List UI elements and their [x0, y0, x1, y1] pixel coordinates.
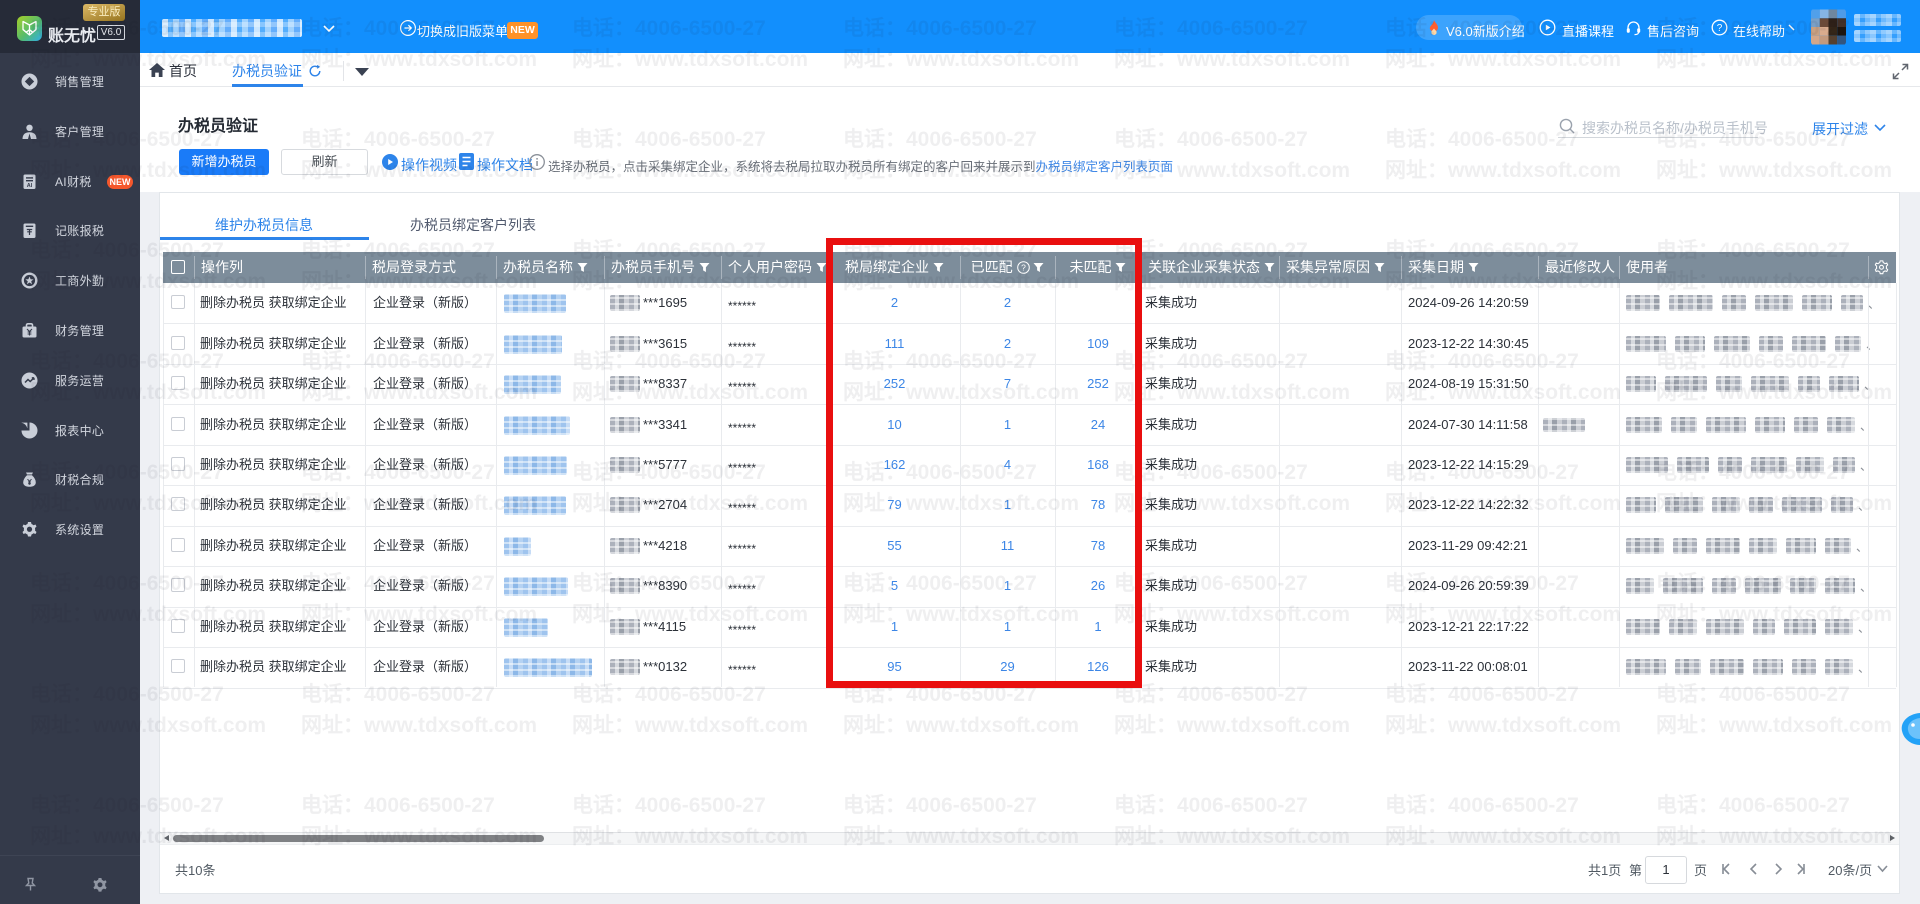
svg-text:AI: AI [27, 183, 33, 189]
svg-text:?: ? [1717, 23, 1723, 34]
